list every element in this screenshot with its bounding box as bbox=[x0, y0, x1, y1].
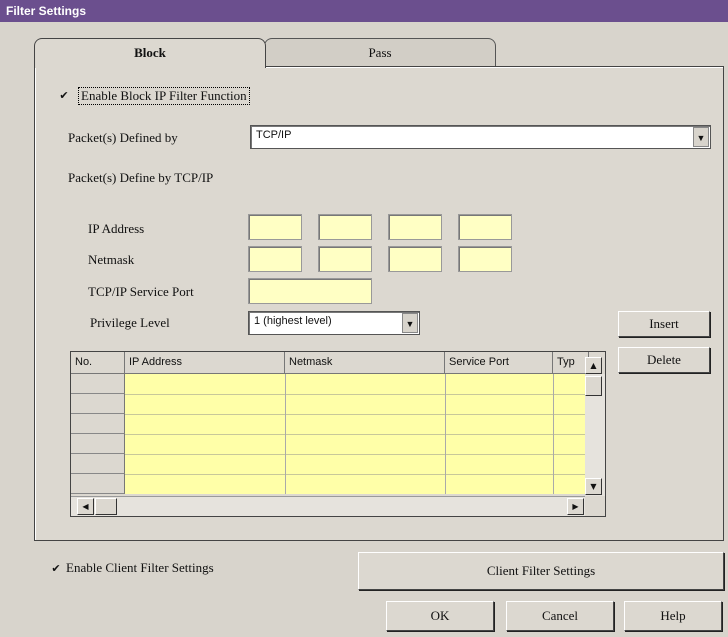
ip-address-label: IP Address bbox=[88, 221, 145, 236]
netmask-label: Netmask bbox=[88, 252, 135, 267]
row-divider bbox=[125, 414, 585, 415]
column-header-ip-address[interactable]: IP Address bbox=[125, 352, 285, 374]
service-port-label: TCP/IP Service Port bbox=[88, 284, 194, 299]
ok-button[interactable]: OK bbox=[386, 601, 494, 631]
netmask-octet-1[interactable] bbox=[248, 246, 302, 272]
row-header[interactable] bbox=[71, 374, 125, 394]
enable-client-filter-label[interactable]: Enable Client Filter Settings bbox=[66, 560, 214, 576]
column-divider bbox=[445, 374, 446, 494]
netmask-octet-2[interactable] bbox=[318, 246, 372, 272]
column-header-netmask[interactable]: Netmask bbox=[285, 352, 445, 374]
netmask-octet-4[interactable] bbox=[458, 246, 512, 272]
netmask-octet-3[interactable] bbox=[388, 246, 442, 272]
tab-pass-label: Pass bbox=[368, 45, 392, 60]
row-divider bbox=[125, 454, 585, 455]
ip-address-octet-1[interactable] bbox=[248, 214, 302, 240]
scroll-right-icon[interactable]: ▶ bbox=[567, 498, 584, 515]
enable-block-ip-filter-label[interactable]: Enable Block IP Filter Function bbox=[78, 87, 250, 105]
ip-address-octet-2[interactable] bbox=[318, 214, 372, 240]
scroll-thumb[interactable] bbox=[585, 376, 602, 396]
scroll-down-icon[interactable]: ▼ bbox=[585, 478, 602, 495]
privilege-level-select[interactable]: 1 (highest level) ▼ bbox=[248, 311, 420, 335]
row-header[interactable] bbox=[71, 434, 125, 454]
privilege-level-label: Privilege Level bbox=[90, 315, 170, 330]
enable-block-ip-filter-checkbox[interactable]: ✔ bbox=[58, 90, 70, 102]
help-button[interactable]: Help bbox=[624, 601, 722, 631]
packets-defined-by-value: TCP/IP bbox=[256, 129, 292, 141]
ip-address-octet-4[interactable] bbox=[458, 214, 512, 240]
cancel-button[interactable]: Cancel bbox=[506, 601, 614, 631]
tab-block[interactable]: Block bbox=[34, 38, 266, 68]
scroll-up-icon[interactable]: ▲ bbox=[585, 357, 602, 374]
row-divider bbox=[125, 434, 585, 435]
row-header[interactable] bbox=[71, 454, 125, 474]
row-header[interactable] bbox=[71, 414, 125, 434]
service-port-field[interactable] bbox=[248, 278, 372, 304]
horizontal-scroll-thumb[interactable] bbox=[95, 498, 117, 515]
horizontal-scrollbar[interactable] bbox=[71, 496, 585, 516]
column-header-no[interactable]: No. bbox=[71, 352, 125, 374]
row-divider bbox=[125, 474, 585, 475]
client-filter-settings-button[interactable]: Client Filter Settings bbox=[358, 552, 724, 590]
enable-client-filter-checkbox[interactable]: ✔ bbox=[50, 563, 62, 575]
row-header[interactable] bbox=[71, 394, 125, 414]
chevron-down-icon[interactable]: ▼ bbox=[693, 127, 709, 147]
scroll-left-icon[interactable]: ◀ bbox=[77, 498, 94, 515]
row-divider bbox=[125, 394, 585, 395]
packets-defined-by-select[interactable]: TCP/IP ▼ bbox=[250, 125, 711, 149]
window-title: Filter Settings bbox=[0, 0, 728, 22]
row-header[interactable] bbox=[71, 474, 125, 494]
insert-button[interactable]: Insert bbox=[618, 311, 710, 337]
delete-button[interactable]: Delete bbox=[618, 347, 710, 373]
privilege-level-value: 1 (highest level) bbox=[254, 315, 332, 327]
section-label: Packet(s) Define by TCP/IP bbox=[68, 170, 214, 185]
tab-pass[interactable]: Pass bbox=[264, 38, 496, 66]
column-divider bbox=[285, 374, 286, 494]
ip-address-octet-3[interactable] bbox=[388, 214, 442, 240]
column-header-type[interactable]: Typ bbox=[553, 352, 589, 374]
column-divider bbox=[553, 374, 554, 494]
chevron-down-icon[interactable]: ▼ bbox=[402, 313, 418, 333]
tab-block-label: Block bbox=[134, 45, 166, 60]
column-header-service-port[interactable]: Service Port bbox=[445, 352, 553, 374]
packets-defined-by-label: Packet(s) Defined by bbox=[68, 130, 178, 145]
filter-table[interactable]: No. IP Address Netmask Service Port Typ … bbox=[70, 351, 606, 517]
